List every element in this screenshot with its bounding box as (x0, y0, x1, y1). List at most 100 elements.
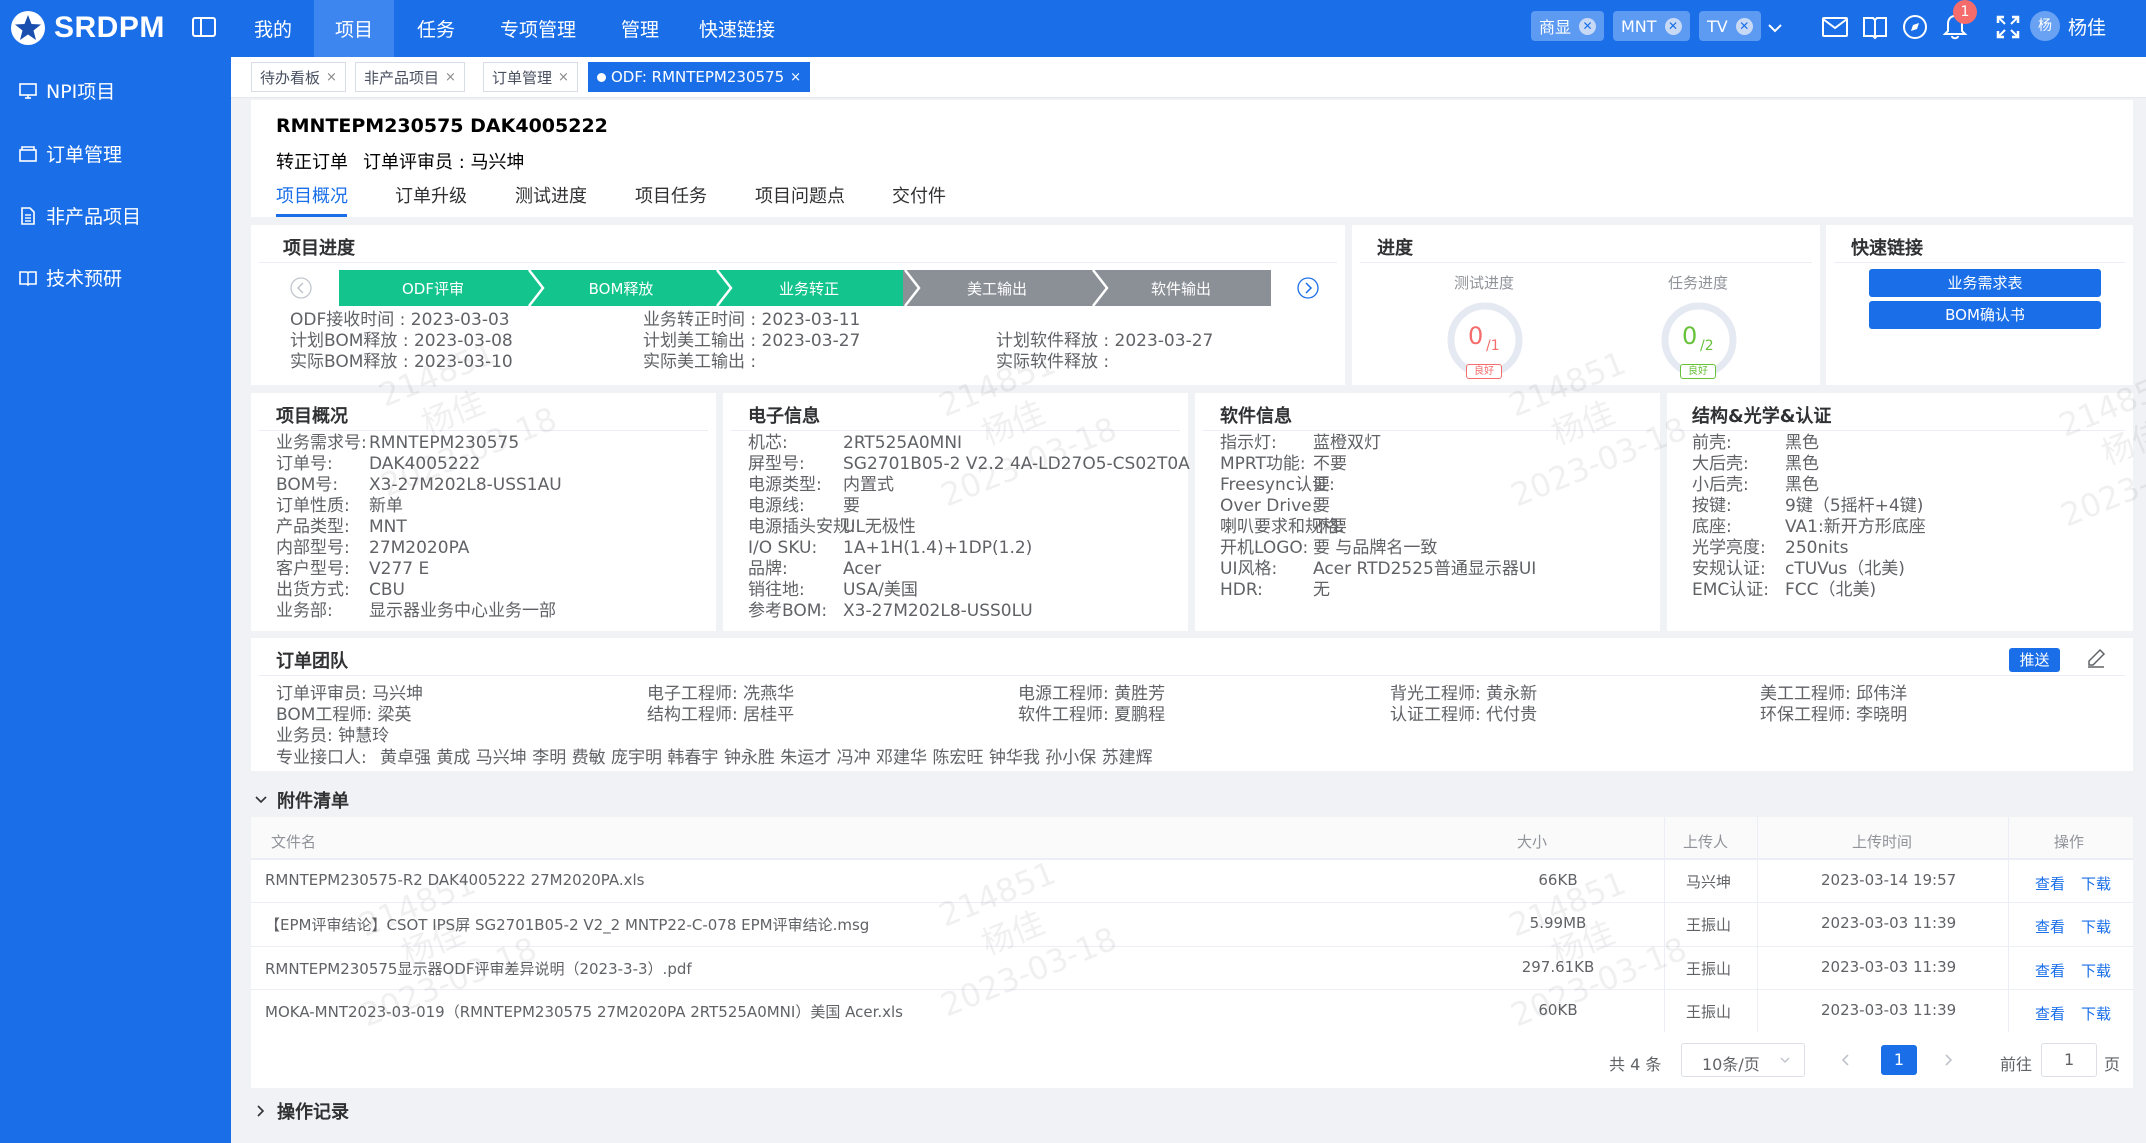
field-value: 蓝橙双灯 (1313, 433, 1381, 453)
user-name[interactable]: 杨佳 (2068, 13, 2106, 40)
stage-art-output[interactable]: 美工输出 (903, 270, 1091, 306)
tab-test-progress[interactable]: 测试进度 (515, 182, 587, 208)
chevron-down-icon (1780, 1057, 1790, 1063)
download-link[interactable]: 下载 (2081, 960, 2111, 981)
stage-business-confirm[interactable]: 业务转正 (715, 270, 903, 306)
status-badge: 良好 (1466, 364, 1502, 379)
field-label: 电源线: (748, 496, 805, 516)
tab-odf-detail[interactable]: ODF: RMNTEPM230575 × (588, 62, 811, 92)
field-row: BOM号: X3-27M202L8-USS1AU (276, 475, 562, 496)
current-page-button[interactable]: 1 (1881, 1045, 1917, 1075)
close-icon[interactable]: × (790, 70, 801, 85)
field-row: 业务需求号: RMNTEPM230575 (276, 433, 519, 454)
chip-label: TV (1707, 16, 1728, 36)
sidebar-toggle-icon[interactable] (191, 14, 217, 40)
fullscreen-icon[interactable] (1993, 12, 2023, 42)
field-row: 大后壳: 黑色 (1692, 454, 1819, 475)
filter-chip-tv[interactable]: TV ✕ (1699, 11, 1761, 41)
close-icon[interactable]: × (558, 70, 569, 85)
field-value: 不要 (1313, 517, 1347, 537)
chip-remove-icon[interactable]: ✕ (1735, 17, 1753, 35)
field-row: 底座: VA1:新开方形底座 (1692, 517, 1926, 538)
field-label: 业务部: (276, 601, 333, 621)
next-stage-icon[interactable] (1297, 277, 1319, 299)
sidebar-item-non-product[interactable]: 非产品项目 (18, 202, 141, 229)
stage-bom-release[interactable]: BOM释放 (527, 270, 715, 306)
field-row: MPRT功能: 不要 (1220, 454, 1347, 475)
member-name: 代付贵 (1486, 705, 1538, 725)
push-button[interactable]: 推送 (2009, 648, 2060, 672)
business-requirement-link-button[interactable]: 业务需求表 (1869, 269, 2101, 297)
tab-non-product[interactable]: 非产品项目 × (355, 62, 465, 92)
order-type: 转正订单 (276, 152, 348, 173)
field-value: Acer (843, 559, 882, 579)
view-link[interactable]: 查看 (2035, 873, 2065, 894)
tab-project-tasks[interactable]: 项目任务 (635, 182, 707, 208)
download-link[interactable]: 下载 (2081, 916, 2111, 937)
mail-icon[interactable] (1820, 12, 1850, 42)
compass-icon[interactable] (1900, 12, 1930, 42)
tab-todo-board[interactable]: 待办看板 × (251, 62, 346, 92)
sidebar-item-research[interactable]: 技术预研 (18, 264, 122, 291)
stage-odf-review[interactable]: ODF评审 (339, 270, 527, 306)
tab-label: 订单管理 (492, 68, 553, 87)
view-link[interactable]: 查看 (2035, 1003, 2065, 1024)
chip-remove-icon[interactable]: ✕ (1664, 17, 1682, 35)
nav-item-manage[interactable]: 管理 (598, 0, 682, 57)
tab-deliverables[interactable]: 交付件 (892, 182, 946, 208)
avatar[interactable]: 杨 (2030, 11, 2060, 41)
download-link[interactable]: 下载 (2081, 873, 2111, 894)
field-row: I/O SKU: 1A+1H(1.4)+1DP(1.2) (748, 538, 1032, 559)
file-name[interactable]: RMNTEPM230575显示器ODF评审差异说明（2023-3-3）.pdf (265, 958, 692, 979)
close-icon[interactable]: × (326, 70, 337, 85)
test-progress-done: 0 (1468, 322, 1484, 350)
nav-item-special[interactable]: 专项管理 (478, 0, 598, 57)
nav-item-quick-links[interactable]: 快速链接 (682, 0, 792, 57)
view-link[interactable]: 查看 (2035, 916, 2065, 937)
field-label: HDR: (1220, 580, 1263, 600)
tab-order-mgmt[interactable]: 订单管理 × (483, 62, 578, 92)
chip-remove-icon[interactable]: ✕ (1579, 17, 1597, 35)
stage-software-output[interactable]: 软件输出 (1091, 270, 1271, 306)
field-label: BOM号: (276, 475, 339, 495)
field-row: 销往地: USA/美国 (748, 580, 918, 601)
download-link[interactable]: 下载 (2081, 1003, 2111, 1024)
nav-item-project[interactable]: 项目 (314, 0, 394, 57)
field-label: 安规认证: (1692, 559, 1766, 579)
sidebar-item-orders[interactable]: 订单管理 (18, 140, 122, 167)
edit-icon[interactable] (2085, 647, 2107, 669)
filter-chip-commercial[interactable]: 商显 ✕ (1531, 11, 1605, 41)
sidebar-item-label: 订单管理 (46, 144, 123, 166)
next-page-icon[interactable] (1938, 1050, 1958, 1070)
card-title: 项目概况 (276, 406, 348, 427)
field-value: FCC（北美) (1785, 580, 1877, 600)
chevron-down-icon[interactable] (1765, 18, 1785, 38)
tab-overview[interactable]: 项目概况 (276, 182, 348, 208)
view-link[interactable]: 查看 (2035, 960, 2065, 981)
filter-chip-mnt[interactable]: MNT ✕ (1613, 11, 1690, 41)
card-title: 快速链接 (1851, 238, 1923, 259)
prev-page-icon[interactable] (1836, 1050, 1856, 1070)
book-icon[interactable] (1860, 12, 1890, 42)
field-value: 无 (1313, 580, 1330, 600)
field-row: HDR: 无 (1220, 580, 1330, 601)
file-name[interactable]: MOKA-MNT2023-03-019（RMNTEPM230575 27M202… (265, 1001, 903, 1022)
file-uploader: 王振山 (1686, 1003, 1732, 1021)
attachments-section-header[interactable]: 附件清单 (253, 787, 349, 813)
operation-log-section-header[interactable]: 操作记录 (253, 1098, 349, 1124)
bom-confirmation-link-button[interactable]: BOM确认书 (1869, 301, 2101, 329)
nav-item-task[interactable]: 任务 (394, 0, 478, 57)
tab-project-issues[interactable]: 项目问题点 (755, 182, 845, 208)
app-logo[interactable]: SRDPM (10, 8, 165, 48)
file-name[interactable]: 【EPM评审结论】CSOT IPS屏 SG2701B05-2 V2_2 MNTP… (265, 914, 869, 935)
prev-stage-icon[interactable] (290, 277, 312, 299)
tab-order-upgrade[interactable]: 订单升级 (395, 182, 467, 208)
file-name[interactable]: RMNTEPM230575-R2 DAK4005222 27M2020PA.xl… (265, 871, 645, 889)
nav-item-mine[interactable]: 我的 (232, 0, 314, 57)
col-header-filename: 文件名 (271, 833, 317, 851)
close-icon[interactable]: × (445, 70, 456, 85)
date-bom-planned: 计划BOM释放 : 2023-03-08 (290, 331, 513, 351)
sidebar-item-npi[interactable]: NPI项目 (18, 77, 115, 104)
field-label: 电源插头安规: (748, 517, 856, 537)
notification-badge: 1 (1953, 0, 1977, 24)
